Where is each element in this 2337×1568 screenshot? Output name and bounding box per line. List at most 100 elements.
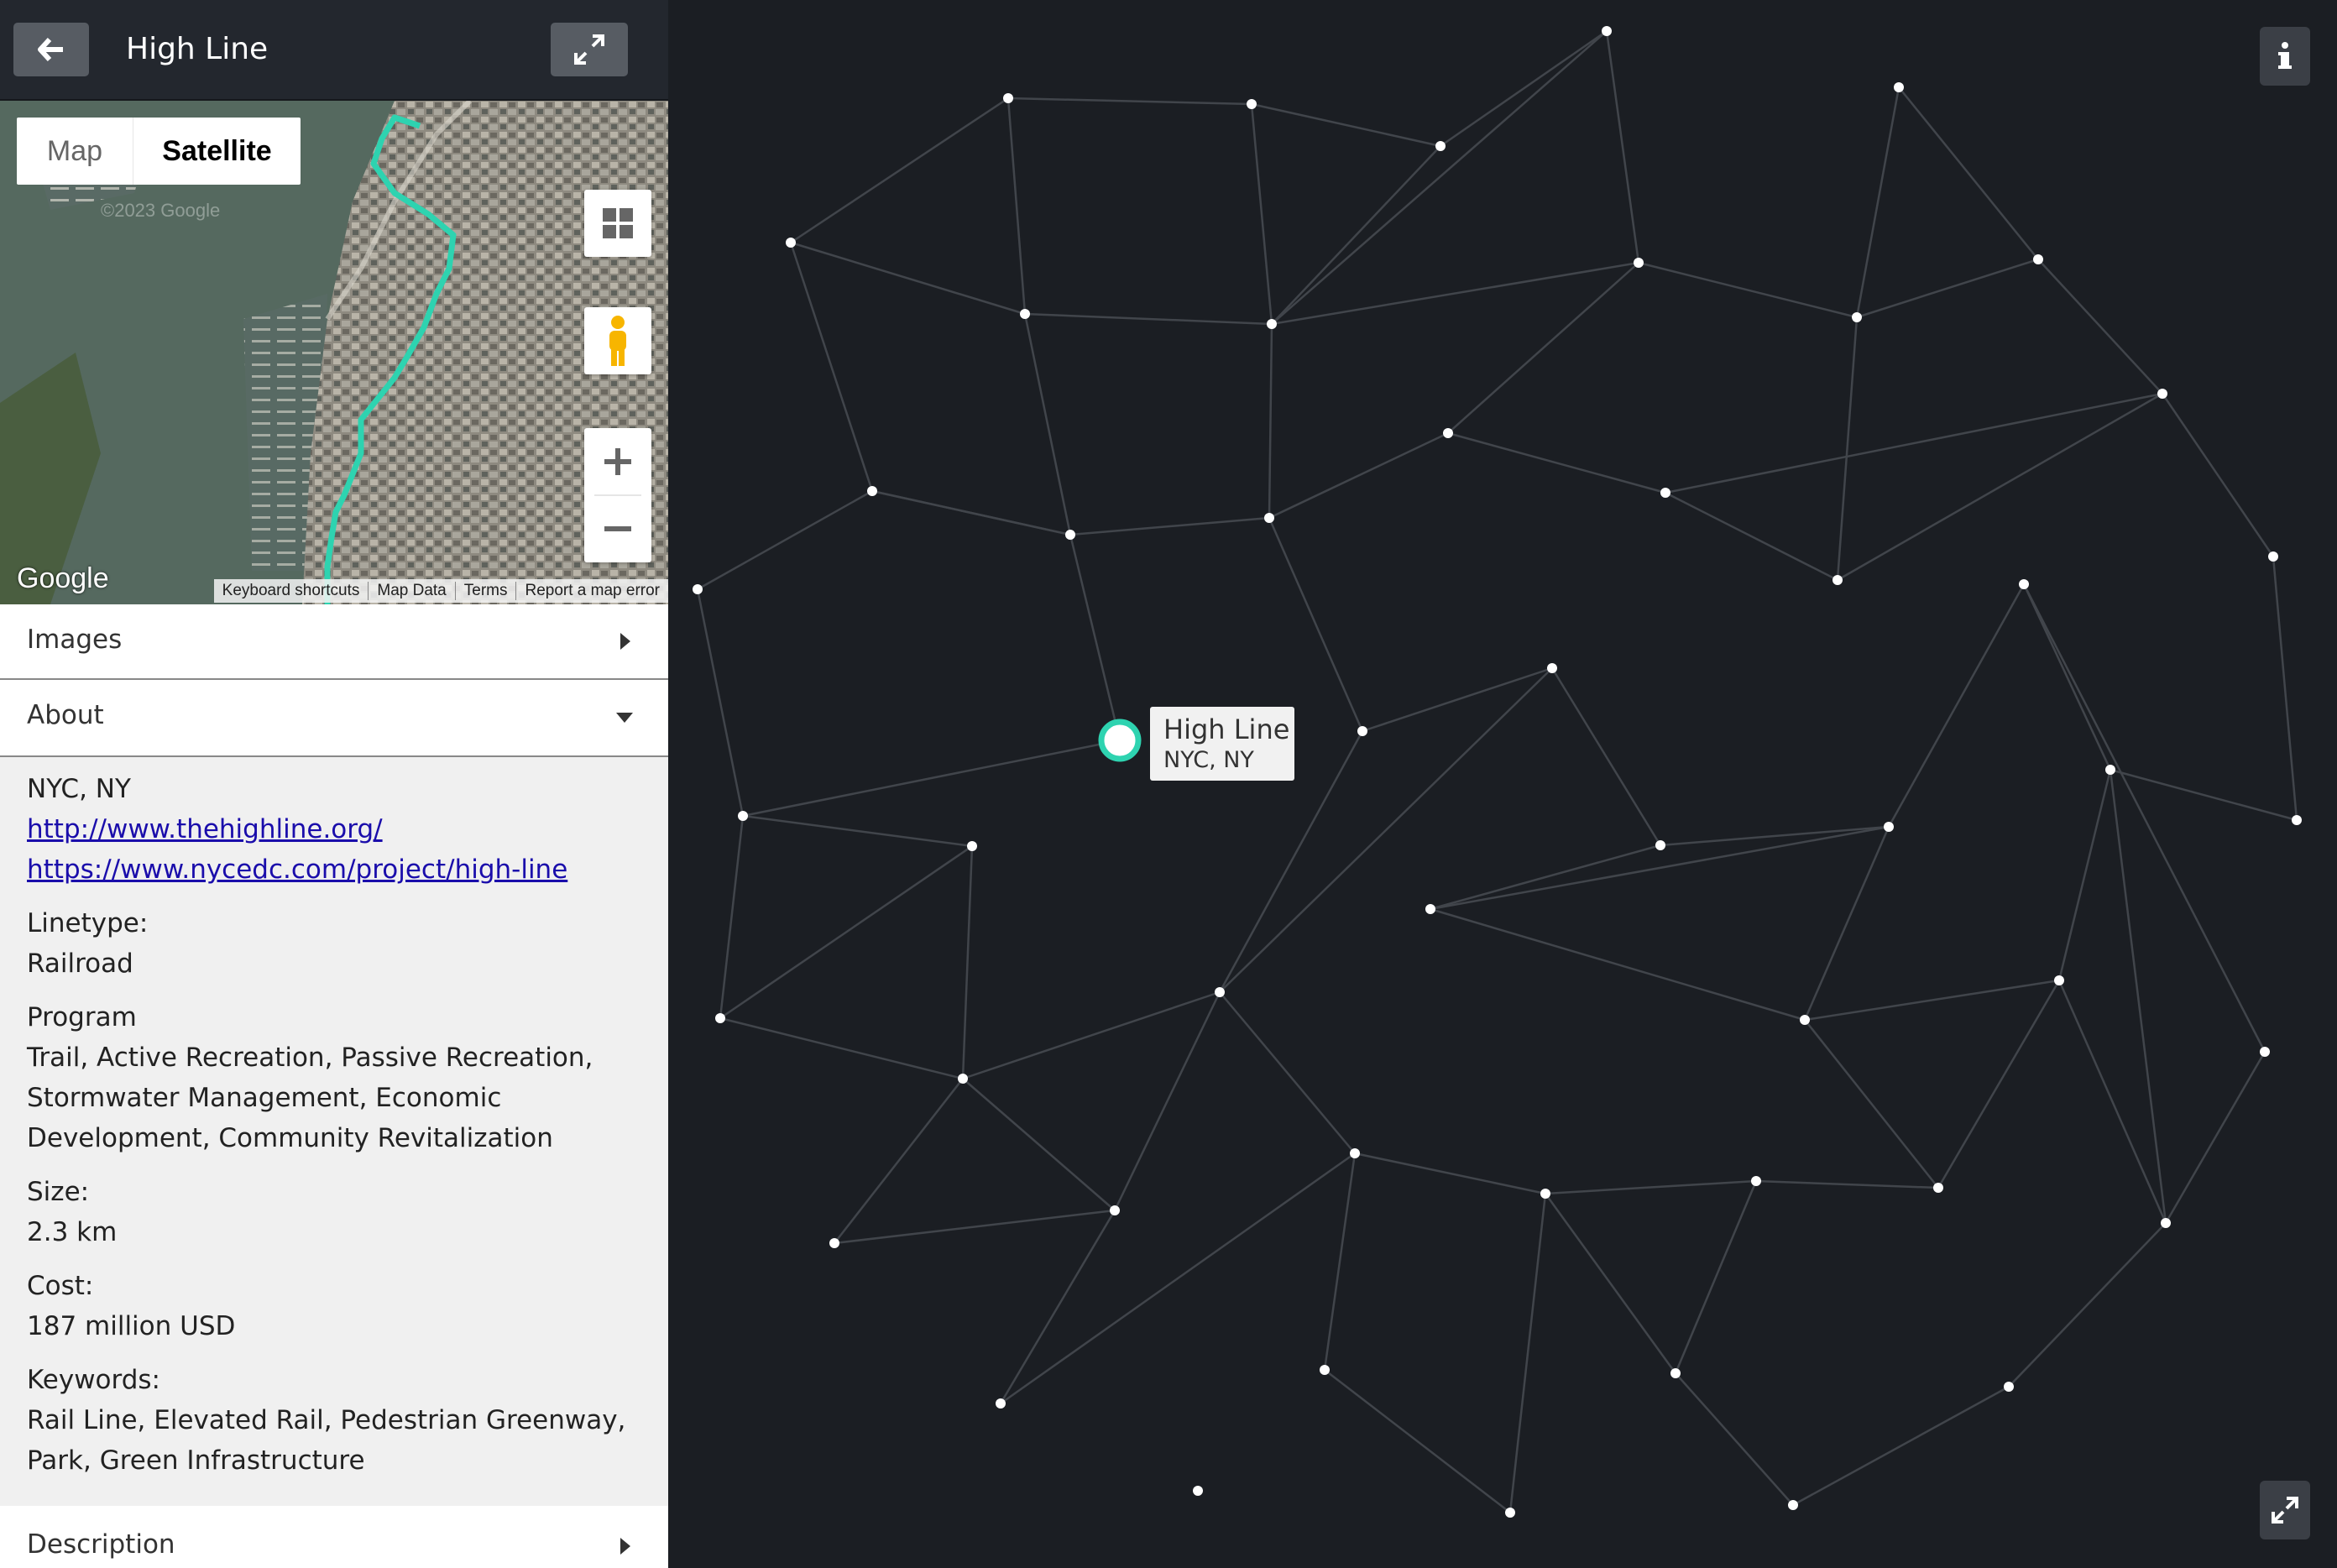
graph-edge [1271, 145, 1441, 325]
graph-node[interactable] [1933, 1183, 1943, 1193]
graph-node[interactable] [958, 1074, 968, 1084]
graph-node[interactable] [1540, 1189, 1550, 1199]
graph-node[interactable] [1602, 26, 1612, 36]
report-map-error-link[interactable]: Report a map error [515, 582, 668, 600]
zoom-in-button[interactable] [584, 428, 651, 495]
about-section-header[interactable]: About [0, 680, 668, 757]
graph-node[interactable] [2268, 551, 2278, 562]
map-type-map-button[interactable]: Map [17, 118, 133, 185]
keyboard-shortcuts-link[interactable]: Keyboard shortcuts [214, 582, 369, 600]
graph-edge [1804, 979, 2060, 1022]
about-location: NYC, NY [27, 774, 131, 804]
graph-edge [1268, 323, 1273, 519]
selected-node-label[interactable]: High Line NYC, NY [1150, 707, 1294, 781]
back-button[interactable] [13, 23, 89, 76]
graph-node[interactable] [1660, 488, 1670, 498]
graph-node[interactable] [1852, 312, 1862, 322]
graph-edge [1007, 97, 1252, 106]
graph-node[interactable] [1003, 93, 1013, 103]
graph-node[interactable] [2054, 975, 2064, 985]
graph-node[interactable] [2019, 579, 2029, 589]
graph-edge [1069, 516, 1270, 536]
graph-node[interactable] [2292, 815, 2302, 825]
graph-node[interactable] [2033, 254, 2043, 264]
satellite-map[interactable]: ©2023 Google Map Satellite Google Keyboa… [0, 101, 668, 604]
network-graph[interactable] [668, 0, 2337, 1568]
graph-node[interactable] [1634, 258, 1644, 268]
graph-node[interactable] [829, 1238, 839, 1248]
graph-node[interactable] [2105, 765, 2115, 775]
graph-edge [1937, 980, 2061, 1189]
graph-node[interactable] [786, 238, 796, 248]
graph-node[interactable] [1788, 1500, 1798, 1510]
keywords-value-line: Park, Green Infrastructure [27, 1445, 365, 1476]
fullscreen-icon [2272, 1497, 2298, 1524]
graph-edge [962, 1078, 1116, 1211]
graph-edge [742, 814, 973, 848]
graph-edge [1665, 392, 2163, 494]
about-content: NYC, NY http://www.thehighline.org/ http… [0, 757, 668, 1504]
graph-node[interactable] [1800, 1015, 1810, 1025]
graph-node[interactable] [2157, 389, 2167, 399]
graph-node[interactable] [1267, 319, 1277, 329]
map-type-satellite-button[interactable]: Satellite [133, 118, 301, 185]
graph-node[interactable] [1264, 513, 1274, 523]
graph-node[interactable] [1435, 141, 1446, 151]
graph-node[interactable] [1350, 1148, 1360, 1158]
caret-right-icon [620, 1538, 630, 1555]
graph-node[interactable] [1894, 82, 1904, 92]
graph-node[interactable] [2260, 1047, 2270, 1057]
graph-node[interactable] [1443, 428, 1453, 438]
graph-node[interactable] [1215, 987, 1225, 997]
graph-node[interactable] [1357, 726, 1367, 736]
graph-node[interactable] [1425, 904, 1435, 914]
graph-node[interactable] [1020, 309, 1030, 319]
graph-node[interactable] [2004, 1382, 2014, 1392]
graph-edge [719, 1017, 964, 1080]
terms-link[interactable]: Terms [454, 582, 516, 600]
graph-node[interactable] [1751, 1176, 1761, 1186]
graph-node[interactable] [2161, 1218, 2171, 1228]
graph-edge [1792, 1385, 2010, 1507]
graph-node[interactable] [1670, 1368, 1681, 1378]
graph-edge [1803, 826, 1890, 1021]
graph-edge [1268, 431, 1449, 520]
graph-node[interactable] [693, 584, 703, 594]
graph-node[interactable] [1655, 840, 1665, 850]
graph-edge [1855, 86, 1900, 318]
website-link[interactable]: http://www.thehighline.org/ [27, 814, 383, 844]
street-view-button[interactable] [584, 307, 651, 374]
graph-node[interactable] [996, 1398, 1006, 1409]
graph-edge [2161, 393, 2275, 557]
zoom-out-button[interactable] [584, 495, 651, 562]
graph-node[interactable] [715, 1013, 725, 1023]
graph-node[interactable] [1065, 530, 1075, 540]
graph-node[interactable] [1193, 1486, 1203, 1496]
images-section-header[interactable]: Images [0, 604, 668, 680]
graph-edge [1024, 312, 1273, 326]
graph-edge [1271, 261, 1639, 326]
caret-down-icon [616, 713, 633, 723]
cost-label: Cost: [27, 1271, 94, 1301]
graph-node[interactable] [1247, 99, 1257, 109]
graph-node[interactable] [1884, 822, 1894, 832]
graph-node[interactable] [1505, 1508, 1515, 1518]
nycedc-link[interactable]: https://www.nycedc.com/project/high-line [27, 855, 567, 885]
graph-node[interactable] [738, 811, 748, 821]
map-data-link[interactable]: Map Data [368, 582, 454, 600]
graph-edge [1069, 534, 1121, 741]
graph-node[interactable] [1320, 1365, 1330, 1375]
selected-node-high-line[interactable] [1098, 719, 1142, 762]
info-button[interactable] [2260, 27, 2310, 86]
graph-node[interactable] [1832, 575, 1843, 585]
description-section-header[interactable]: Description [0, 1506, 668, 1568]
graph-node[interactable] [1110, 1205, 1120, 1215]
cost-value: 187 million USD [27, 1311, 236, 1341]
graph-edge [1755, 1179, 1939, 1189]
expand-button[interactable] [551, 23, 628, 76]
graph-node[interactable] [867, 486, 877, 496]
fullscreen-button[interactable] [2260, 1481, 2310, 1539]
graph-node[interactable] [967, 841, 977, 851]
graph-node[interactable] [1547, 663, 1557, 673]
map-tilt-button[interactable] [584, 190, 651, 257]
